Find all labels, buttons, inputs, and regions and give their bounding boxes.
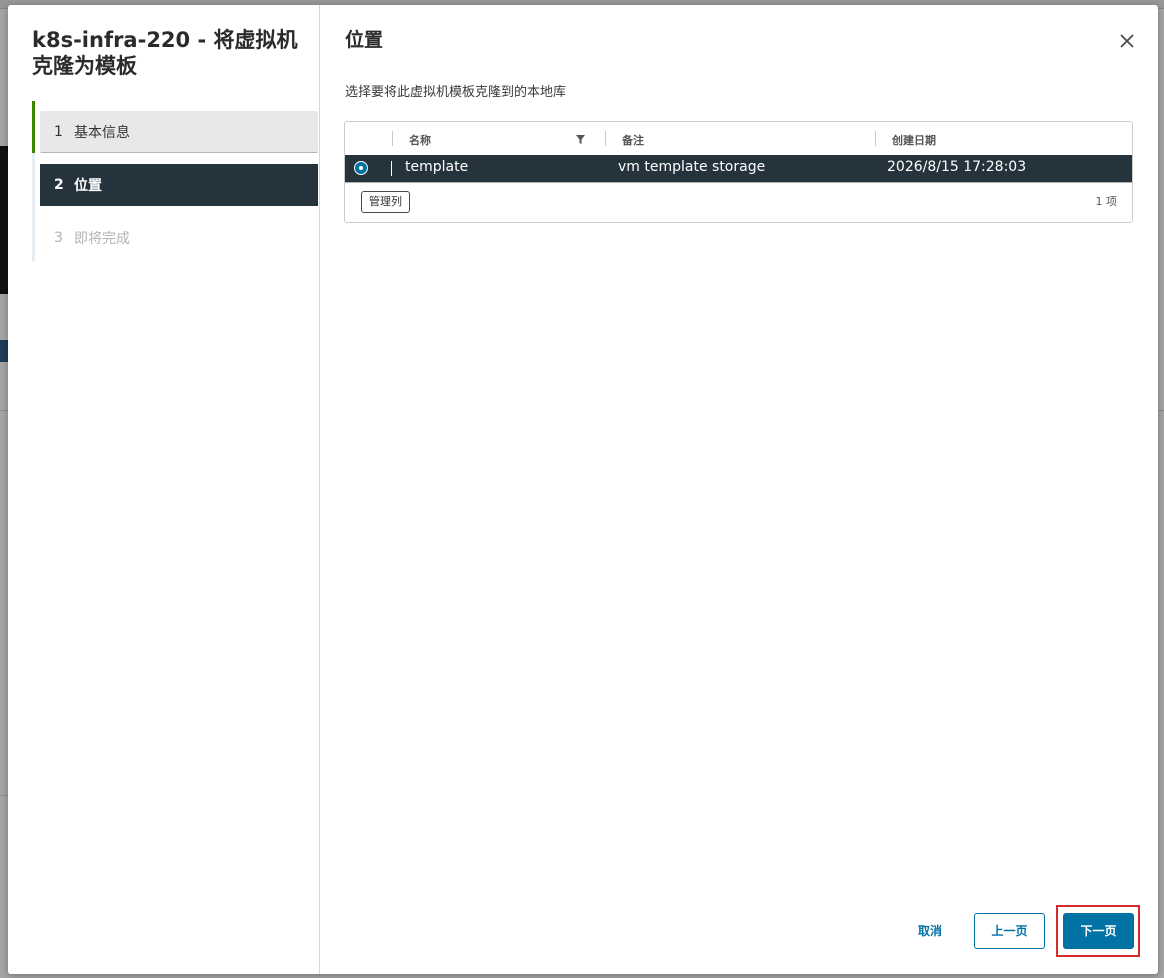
column-separator	[605, 131, 606, 146]
grid-footer: 管理列 1 项	[345, 183, 1132, 222]
column-header-notes[interactable]: 备注	[622, 132, 644, 148]
wizard-step-basic-info[interactable]: 1 基本信息	[40, 111, 318, 153]
library-grid: 名称 备注 创建日期 template vm template storage …	[344, 121, 1133, 223]
step-number: 1	[54, 123, 63, 140]
close-icon[interactable]	[1116, 30, 1138, 52]
cancel-button[interactable]: 取消	[890, 913, 970, 949]
instruction-text: 选择要将此虚拟机模板克隆到的本地库	[345, 85, 567, 100]
wizard-step-ready-to-complete: 3 即将完成	[40, 217, 318, 259]
table-row[interactable]: template vm template storage 2026/8/15 1…	[345, 155, 1132, 183]
wizard-content: 位置 选择要将此虚拟机模板克隆到的本地库 名称 备注 创建日期 template…	[320, 5, 1158, 974]
wizard-title: k8s-infra-220 - 将虚拟机克隆为模板	[32, 28, 298, 78]
step-rail-completed	[32, 101, 35, 153]
cell-created: 2026/8/15 17:28:03	[887, 159, 1027, 175]
step-label: 位置	[74, 178, 102, 194]
column-header-created[interactable]: 创建日期	[892, 132, 936, 148]
cell-notes: vm template storage	[618, 159, 766, 175]
back-button[interactable]: 上一页	[974, 913, 1045, 949]
clone-template-wizard: k8s-infra-220 - 将虚拟机克隆为模板 1 基本信息 2 位置 3 …	[8, 5, 1158, 974]
wizard-sidebar: k8s-infra-220 - 将虚拟机克隆为模板 1 基本信息 2 位置 3 …	[8, 5, 320, 974]
page-title: 位置	[345, 29, 384, 51]
radio-selected-icon[interactable]	[354, 161, 368, 175]
row-separator	[391, 161, 392, 176]
item-count: 1 项	[1095, 195, 1118, 208]
step-number: 2	[54, 177, 64, 193]
step-label: 基本信息	[74, 124, 130, 141]
step-number: 3	[54, 230, 63, 246]
column-separator	[875, 131, 876, 146]
wizard-step-location[interactable]: 2 位置	[40, 164, 318, 206]
cell-name: template	[405, 159, 469, 175]
filter-icon[interactable]	[575, 134, 586, 145]
step-label: 即将完成	[74, 231, 130, 247]
column-separator	[392, 131, 393, 146]
column-header-name[interactable]: 名称	[409, 132, 431, 148]
highlight-annotation	[1056, 905, 1140, 957]
manage-columns-button[interactable]: 管理列	[361, 191, 410, 213]
grid-header: 名称 备注 创建日期	[345, 122, 1132, 156]
